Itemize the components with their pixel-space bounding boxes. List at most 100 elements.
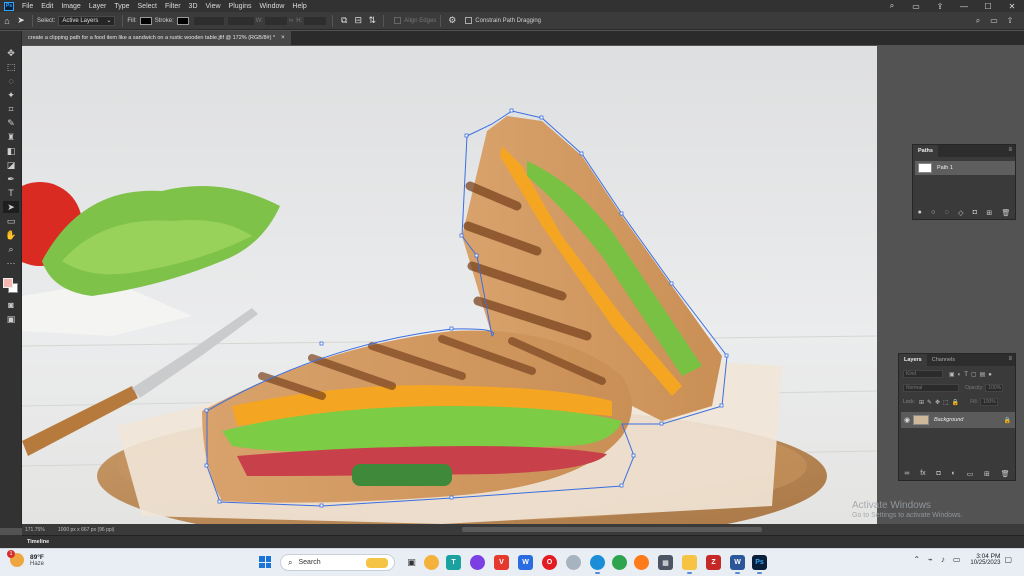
chevron-up-icon[interactable]: ⌃ [913,555,920,564]
delete-path-icon[interactable]: 🗑 [1001,209,1010,217]
lasso-tool-icon[interactable]: ◌ [3,75,19,87]
menu-item-layer[interactable]: Layer [85,3,111,10]
menu-item-type[interactable]: Type [110,3,133,10]
menu-item-file[interactable]: File [18,3,37,10]
tab-layers[interactable]: Layers [899,354,927,366]
layer-row[interactable]: ◉ Background 🔒 [901,412,1015,428]
tab-channels[interactable]: Channels [927,354,960,366]
crop-tool-icon[interactable]: ⌗ [3,103,19,115]
height-field[interactable] [304,16,327,25]
hand-tool-icon[interactable]: ✋ [3,229,19,241]
align-edges-checkbox[interactable] [394,17,402,24]
volume-icon[interactable]: ♪ [941,555,945,564]
path-arrangement-icon[interactable]: ⇅ [365,14,379,28]
home-icon[interactable]: ⌂ [0,14,14,28]
maximize-button[interactable]: ☐ [976,2,1000,11]
document-info[interactable]: 1000 px x 667 px (96 ppi) [52,527,114,533]
weather-widget[interactable]: 1 89°F Haze [7,550,44,567]
menu-item-image[interactable]: Image [57,3,84,10]
eye-icon[interactable]: ◉ [901,416,913,424]
make-work-path-icon[interactable]: ◇ [958,209,963,217]
menu-item-select[interactable]: Select [134,3,161,10]
layer-filter-icons[interactable]: ▣◐T▢▤● [949,371,995,378]
canvas[interactable] [22,46,877,524]
firefox-icon[interactable] [634,555,649,570]
menu-item-filter[interactable]: Filter [161,3,185,10]
select-dropdown[interactable]: Active Layers ⌄ [58,15,116,26]
battery-icon[interactable]: ▭ [953,555,961,564]
chrome-canary-icon[interactable] [424,555,439,570]
screen-mode-icon[interactable]: ▣ [3,313,19,325]
type-tool-icon[interactable]: T [3,187,19,199]
edge-icon[interactable] [590,555,605,574]
adjustment-layer-icon[interactable]: ◐ [952,470,956,478]
menu-item-edit[interactable]: Edit [37,3,57,10]
minimize-button[interactable]: — [952,2,976,11]
task-view-icon[interactable]: ▣ [404,555,419,570]
fx-icon[interactable]: fx [920,470,925,478]
link-layers-icon[interactable]: ∞ [904,470,909,478]
notifications-icon[interactable]: ▢ [1004,555,1012,564]
filezilla-icon[interactable]: Z [706,555,721,570]
close-tab-button[interactable]: × [281,35,285,41]
delete-layer-icon[interactable]: 🗑 [1001,470,1010,478]
workspace-icon[interactable]: ▭ [904,2,928,11]
timeline-panel-header[interactable]: Timeline [22,535,1024,548]
panel-menu-icon[interactable]: ≡ [1008,147,1012,153]
link-icon[interactable]: ∞ [289,18,293,24]
network-icon[interactable]: ⌁ [928,555,933,564]
path-row[interactable]: Path 1 [915,161,1015,175]
menu-item-window[interactable]: Window [256,3,289,10]
tool-preset-icon[interactable]: ➤ [14,14,28,28]
calculator-icon[interactable]: ▦ [658,555,673,570]
path-operations-icon[interactable]: ⧉ [337,14,351,28]
path-selection-tool-icon[interactable]: ➤ [3,201,19,213]
magic-wand-tool-icon[interactable]: ✦ [3,89,19,101]
constrain-path-checkbox[interactable] [465,17,473,24]
teams-icon[interactable]: T [446,555,461,570]
clock[interactable]: 3:04 PM 10/25/2023 [970,553,1000,566]
quick-mask-icon[interactable]: ◙ [3,299,19,311]
wps-icon[interactable]: W [518,555,533,570]
chrome-icon[interactable] [612,555,627,570]
eraser-tool-icon[interactable]: ◧ [3,145,19,157]
menu-item-plugins[interactable]: Plugins [225,3,256,10]
tab-paths[interactable]: Paths [913,145,938,157]
path-alignment-icon[interactable]: ⊟ [351,14,365,28]
add-mask-icon[interactable]: ◘ [936,470,940,478]
fill-swatch[interactable] [139,16,152,25]
load-selection-icon[interactable]: ◌ [945,209,949,217]
windows-start-icon[interactable] [259,556,271,568]
globe-icon[interactable] [566,555,581,570]
more-tools-icon[interactable]: ··· [3,257,19,269]
shape-tool-icon[interactable]: ▭ [3,215,19,227]
close-button[interactable]: ✕ [1000,2,1024,11]
kind-filter-dropdown[interactable]: Kind [903,370,943,378]
foreground-color-swatch[interactable] [3,278,13,288]
new-layer-icon[interactable]: ⊞ [984,470,990,478]
taskbar-search[interactable]: ⌕ Search [280,554,395,571]
panel-menu-icon[interactable]: ≡ [1008,356,1012,362]
lock-icons[interactable]: ⊞✎✥⬚🔒 [919,399,962,406]
file-explorer-icon[interactable] [682,555,697,574]
gear-icon[interactable]: ⚙ [445,14,459,28]
fill-path-icon[interactable]: ● [918,209,922,217]
stroke-type-dropdown[interactable] [227,16,254,25]
document-tab[interactable]: create a clipping path for a food item l… [22,31,291,45]
new-path-icon[interactable]: ⊞ [986,209,992,217]
share-icon[interactable]: ⇧ [1002,16,1018,26]
add-mask-icon[interactable]: ◘ [973,209,977,217]
brush-tool-icon[interactable]: ✎ [3,117,19,129]
move-tool-icon[interactable]: ✥ [3,47,19,59]
word-icon[interactable]: W [730,555,745,574]
vivaldi-icon[interactable]: V [494,555,509,570]
stroke-path-icon[interactable]: ○ [931,209,935,217]
menu-item-3d[interactable]: 3D [185,3,202,10]
tor-browser-icon[interactable] [470,555,485,570]
search-icon[interactable]: ⌕ [880,1,904,11]
fill-field[interactable]: 100% [979,398,998,406]
search-icon[interactable]: ⌕ [970,16,986,26]
share-icon[interactable]: ⇪ [928,2,952,11]
stamp-tool-icon[interactable]: ♜ [3,131,19,143]
zoom-tool-icon[interactable]: ⌕ [3,243,19,255]
